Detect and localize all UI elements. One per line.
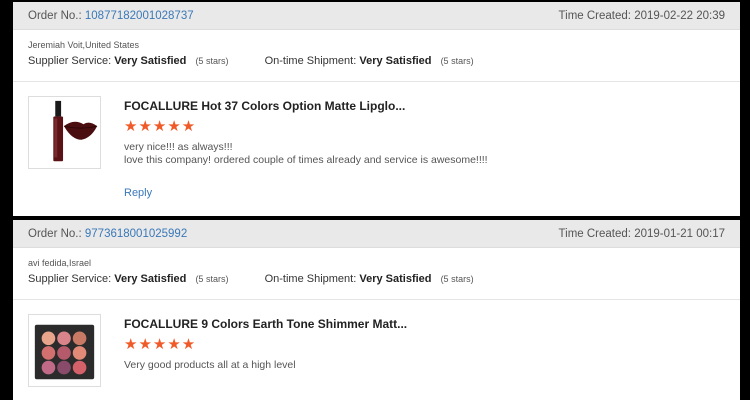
supplier-stars-count: (5 stars) [195,56,229,66]
supplier-service-label: Supplier Service: [28,55,112,67]
time-created-value: 2019-02-22 20:39 [634,9,725,22]
shipment-label: On-time Shipment: [264,273,357,285]
review-item: FOCALLURE Hot 37 Colors Option Matte Lip… [13,82,740,199]
supplier-stars-count: (5 stars) [195,274,229,284]
review-item: FOCALLURE 9 Colors Earth Tone Shimmer Ma… [13,300,740,387]
seller-ratings: Supplier Service: Very Satisfied (5 star… [13,50,740,75]
comment-line: love this company! ordered couple of tim… [124,154,488,166]
time-created: Time Created: 2019-02-22 20:39 [559,10,725,22]
order-no-link[interactable]: 10877182001028737 [85,10,194,22]
star-rating: ★★★★★ [124,118,197,135]
shipment-label: On-time Shipment: [264,55,357,67]
time-created-value: 2019-01-21 00:17 [634,227,725,240]
order-header: Order No.: 10877182001028737 Time Create… [13,2,740,30]
shipment-value: Very Satisfied [359,273,432,285]
time-created: Time Created: 2019-01-21 00:17 [559,228,725,240]
order-no-label: Order No.: [28,227,82,240]
shipment-stars-count: (5 stars) [440,56,474,66]
reply-link[interactable]: Reply [124,187,725,199]
order-no-label: Order No.: [28,9,82,22]
order-no-link[interactable]: 9773618001025992 [85,228,187,240]
product-title[interactable]: FOCALLURE Hot 37 Colors Option Matte Lip… [124,99,725,113]
time-created-label: Time Created: [558,9,631,22]
review-comment: Very good products all at a high level [124,359,725,372]
order-header: Order No.: 9773618001025992 Time Created… [13,220,740,248]
supplier-service-label: Supplier Service: [28,273,112,285]
comment-line: very nice!!! as always!!! [124,141,233,153]
supplier-service-value: Very Satisfied [114,55,187,67]
review-card: Order No.: 9773618001025992 Time Created… [13,220,740,400]
star-rating: ★★★★★ [124,336,197,353]
seller-ratings: Supplier Service: Very Satisfied (5 star… [13,268,740,293]
review-comment: very nice!!! as always!!! love this comp… [124,141,725,167]
shipment-value: Very Satisfied [359,55,432,67]
buyer-name: Jeremiah Voit,United States [28,40,140,50]
time-created-label: Time Created: [558,227,631,240]
lipgloss-product-image[interactable] [28,96,101,169]
shipment-stars-count: (5 stars) [440,274,474,284]
product-title[interactable]: FOCALLURE 9 Colors Earth Tone Shimmer Ma… [124,317,725,331]
buyer-name: avi fedida,Israel [28,258,92,268]
comment-line: Very good products all at a high level [124,359,296,371]
order-number: Order No.: 9773618001025992 [28,228,187,240]
supplier-service-value: Very Satisfied [114,273,187,285]
order-number: Order No.: 10877182001028737 [28,10,194,22]
eyeshadow-palette-image[interactable] [28,314,101,387]
review-card: Order No.: 10877182001028737 Time Create… [13,2,740,216]
